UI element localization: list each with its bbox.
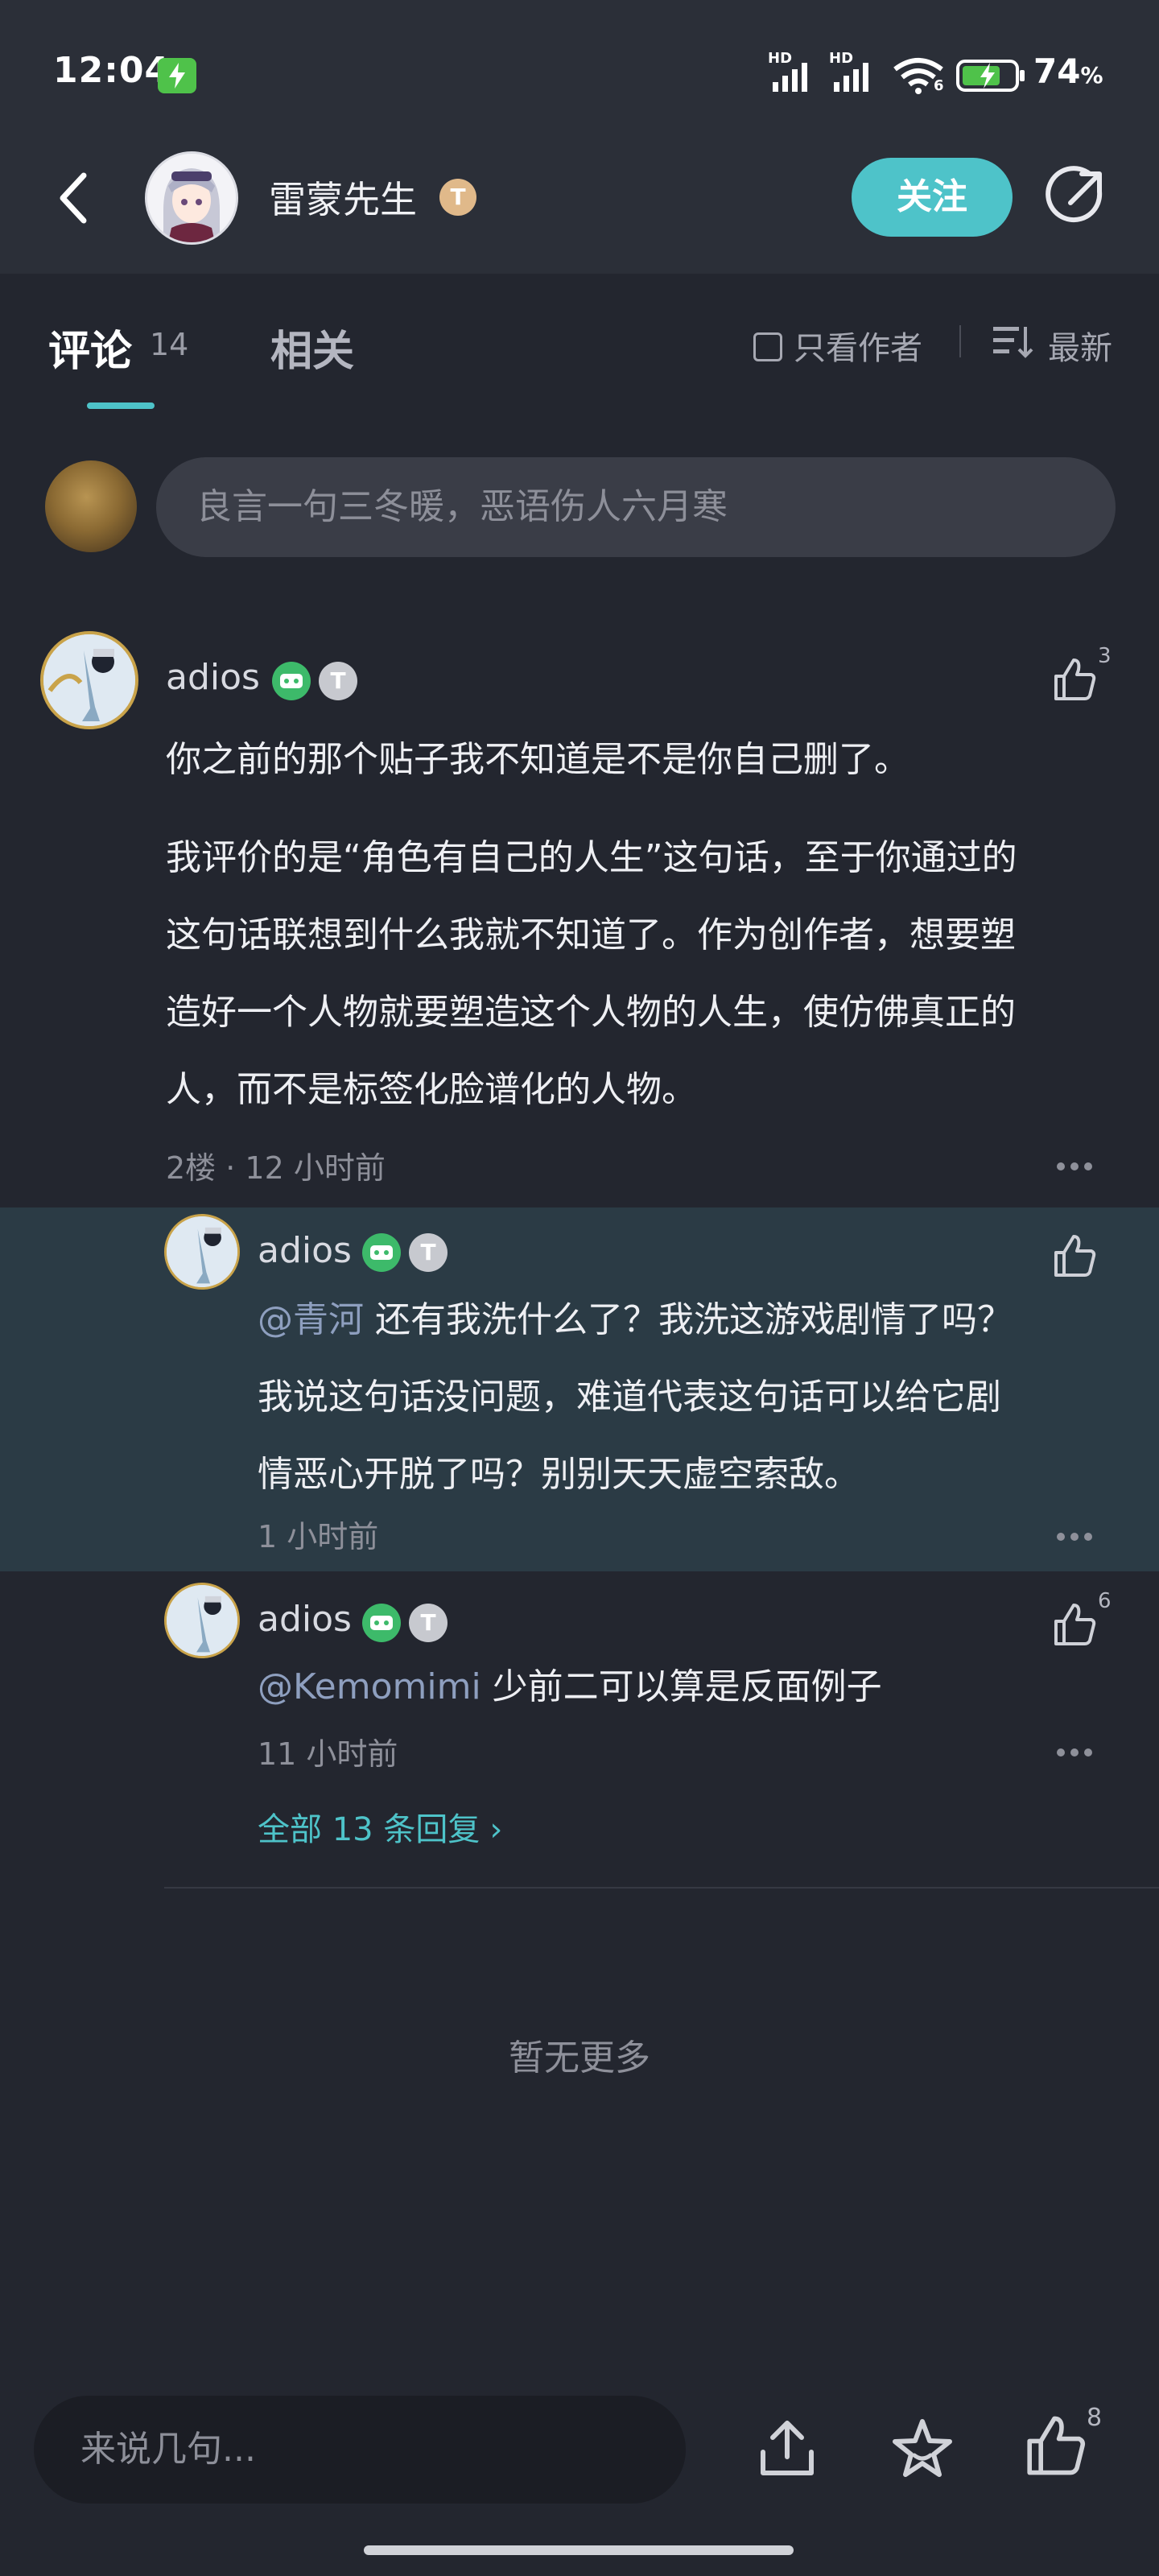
- thumbs-up-icon[interactable]: [1050, 1600, 1098, 1649]
- thumbs-up-icon[interactable]: [1021, 2412, 1088, 2479]
- reply-input[interactable]: 来说几句...: [34, 2396, 686, 2504]
- like-count: 6: [1098, 1589, 1112, 1613]
- game-controller-badge-icon: [362, 1233, 401, 1272]
- thumbs-up-icon[interactable]: [1050, 655, 1098, 704]
- comment-text-line: 我评价的是“角色有自己的人生”这句话，至于你通过的: [166, 837, 1017, 878]
- chevron-right-icon: ›: [489, 1811, 503, 1848]
- more-options-icon[interactable]: [1056, 1530, 1093, 1541]
- t-level-badge: T: [409, 1233, 448, 1272]
- t-level-badge: T: [409, 1604, 448, 1642]
- commenter-avatar[interactable]: [40, 631, 138, 729]
- no-more-text: 暂无更多: [509, 2037, 650, 2079]
- sort-icon[interactable]: [992, 324, 1033, 361]
- author-avatar[interactable]: [145, 151, 238, 245]
- sort-label[interactable]: 最新: [1048, 322, 1112, 369]
- game-controller-badge-icon: [362, 1604, 401, 1642]
- share-icon[interactable]: [1043, 166, 1107, 230]
- reply-avatar[interactable]: [164, 1583, 240, 1658]
- checkbox-icon[interactable]: [753, 332, 782, 361]
- comment-text-line: 造好一个人物就要塑造这个人物的人生，使仿佛真正的: [166, 992, 1016, 1033]
- tab-related[interactable]: 相关: [270, 317, 354, 378]
- divider: [959, 325, 961, 357]
- like-count: 8: [1087, 2404, 1103, 2432]
- status-time: 12:04: [53, 50, 171, 91]
- comment-floor-time: 2楼 · 12 小时前: [166, 1150, 386, 1186]
- reply-time: 11 小时前: [258, 1736, 398, 1772]
- reply-time: 1 小时前: [258, 1519, 379, 1554]
- comment-text-line: 这句话联想到什么我就不知道了。作为创作者，想要塑: [166, 914, 1016, 956]
- battery-icon: [956, 58, 1029, 97]
- tab-comments[interactable]: 评论: [48, 317, 132, 378]
- share-upload-icon[interactable]: [753, 2415, 821, 2483]
- reply-username[interactable]: adios: [258, 1230, 352, 1271]
- reply-avatar[interactable]: [164, 1214, 240, 1290]
- reply-text-line: @青河 还有我洗什么了？我洗这游戏剧情了吗？: [258, 1299, 1013, 1340]
- wifi-icon: 6: [892, 56, 945, 98]
- reply-username[interactable]: adios: [258, 1599, 352, 1640]
- author-level-badge: T: [439, 179, 476, 216]
- home-indicator[interactable]: [364, 2545, 794, 2555]
- divider: [164, 1887, 1159, 1889]
- comment-username[interactable]: adios: [166, 657, 260, 698]
- author-only-label: 只看作者: [794, 330, 922, 367]
- comment-text-line: 你之前的那个贴子我不知道是不是你自己删了。: [166, 739, 909, 780]
- reply-text-line: 情恶心开脱了吗？别别天天虚空索敌。: [258, 1454, 860, 1495]
- comment-input[interactable]: 良言一句三冬暖，恶语伤人六月寒: [156, 457, 1116, 557]
- follow-button[interactable]: 关注: [852, 158, 1013, 237]
- game-controller-badge-icon: [272, 662, 311, 700]
- more-options-icon[interactable]: [1056, 1745, 1093, 1757]
- star-favorite-icon[interactable]: [889, 2415, 956, 2483]
- mention-link[interactable]: @青河: [258, 1299, 364, 1340]
- author-name[interactable]: 雷蒙先生: [269, 171, 417, 224]
- view-all-replies-link[interactable]: 全部 13 条回复 ›: [258, 1803, 502, 1850]
- reply-text-line: 我说这句话没问题，难道代表这句话可以给它剧: [258, 1377, 1001, 1418]
- t-level-badge: T: [319, 662, 357, 700]
- thumbs-up-icon[interactable]: [1050, 1232, 1098, 1280]
- comments-count: 14: [150, 327, 189, 362]
- reply-text-line: @Kemomimi 少前二可以算是反面例子: [258, 1666, 882, 1707]
- comment-text-line: 人，而不是标签化脸谱化的人物。: [166, 1069, 697, 1110]
- more-options-icon[interactable]: [1056, 1159, 1093, 1170]
- mention-link[interactable]: @Kemomimi: [258, 1666, 481, 1707]
- active-tab-indicator: [87, 402, 155, 409]
- back-arrow-icon[interactable]: [52, 166, 100, 230]
- my-avatar: [45, 460, 137, 552]
- battery-percent: 74%: [1033, 52, 1103, 91]
- charging-icon: [158, 58, 196, 93]
- author-only-toggle[interactable]: 只看作者: [753, 322, 922, 369]
- like-count: 3: [1098, 644, 1112, 668]
